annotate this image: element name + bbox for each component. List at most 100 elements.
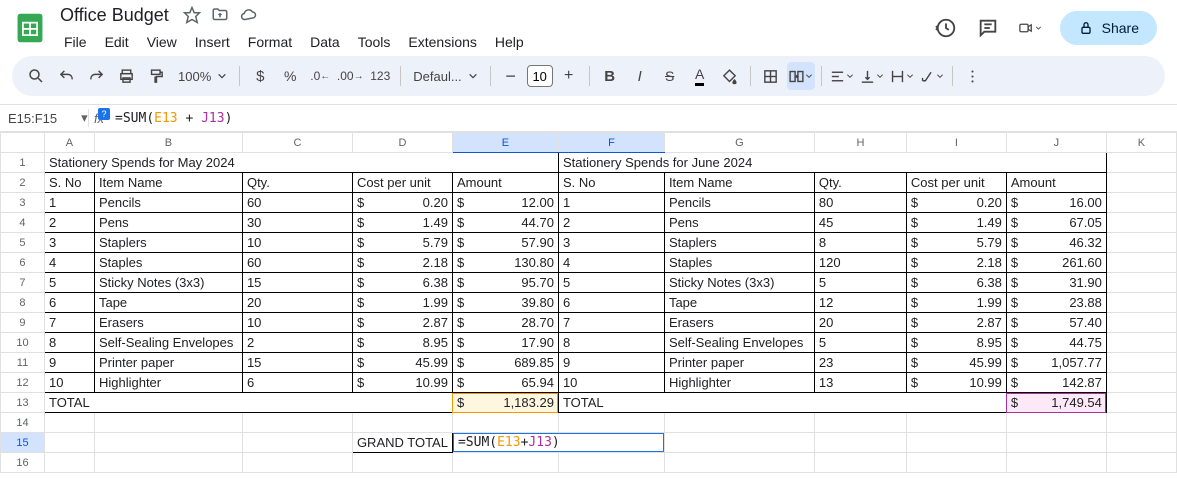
cell[interactable]: 120 (814, 253, 906, 273)
cell[interactable]: Stationery Spends for May 2024 (44, 153, 558, 173)
cell[interactable]: Amount (1006, 173, 1106, 193)
cell[interactable]: $23.88 (1006, 293, 1106, 313)
borders-icon[interactable] (757, 62, 785, 90)
col-header-B[interactable]: B (94, 133, 242, 153)
menu-edit[interactable]: Edit (97, 30, 137, 54)
increase-font-icon[interactable]: + (555, 62, 583, 90)
cell[interactable] (1106, 353, 1176, 373)
cell[interactable]: $46.32 (1006, 233, 1106, 253)
cell[interactable]: 7 (558, 313, 664, 333)
cell[interactable]: 30 (242, 213, 352, 233)
cell[interactable]: 8 (44, 333, 94, 353)
decrease-font-icon[interactable]: − (497, 62, 525, 90)
row-header-14[interactable]: 14 (1, 413, 45, 433)
merge-cells-icon[interactable] (787, 62, 815, 90)
cell[interactable]: Erasers (664, 313, 814, 333)
cell[interactable]: Qty. (814, 173, 906, 193)
cell[interactable] (906, 453, 1006, 473)
cell[interactable]: 1 (44, 193, 94, 213)
cell[interactable] (44, 453, 94, 473)
cell[interactable] (1106, 433, 1176, 453)
cell[interactable]: $17.90 (452, 333, 558, 353)
cell[interactable]: 15 (242, 273, 352, 293)
history-icon[interactable] (934, 16, 958, 40)
cell[interactable]: 10 (44, 373, 94, 393)
cell[interactable]: $1.99 (906, 293, 1006, 313)
cell-J13[interactable]: $1,749.54 (1006, 393, 1106, 413)
cell[interactable] (1106, 193, 1176, 213)
row-header-11[interactable]: 11 (1, 353, 45, 373)
fx-icon[interactable]: fx? (89, 111, 109, 126)
cell[interactable]: Stationery Spends for June 2024 (558, 153, 1106, 173)
row-header-10[interactable]: 10 (1, 333, 45, 353)
more-formats-icon[interactable]: 123 (366, 62, 394, 90)
row-header-16[interactable]: 16 (1, 453, 45, 473)
cloud-status-icon[interactable] (239, 6, 257, 24)
menu-help[interactable]: Help (487, 30, 532, 54)
text-color-icon[interactable]: A (686, 62, 714, 90)
cell[interactable] (1106, 393, 1176, 413)
cell[interactable]: Erasers (94, 313, 242, 333)
row-header-15[interactable]: 15 (1, 433, 45, 453)
cell[interactable]: $6.38 (352, 273, 452, 293)
menu-extensions[interactable]: Extensions (400, 30, 484, 54)
cell[interactable]: $6.38 (906, 273, 1006, 293)
rotate-icon[interactable] (918, 62, 946, 90)
cell[interactable] (664, 453, 814, 473)
cell[interactable]: $67.05 (1006, 213, 1106, 233)
col-header-C[interactable]: C (242, 133, 352, 153)
cell[interactable] (242, 453, 352, 473)
cell[interactable]: $8.95 (352, 333, 452, 353)
cell[interactable]: Pens (94, 213, 242, 233)
cell[interactable]: $44.70 (452, 213, 558, 233)
zoom-dropdown[interactable]: 100% (172, 69, 233, 84)
col-header-K[interactable]: K (1106, 133, 1176, 153)
cell[interactable]: Cost per unit (906, 173, 1006, 193)
star-icon[interactable] (183, 6, 201, 24)
row-header-6[interactable]: 6 (1, 253, 45, 273)
cell[interactable]: $261.60 (1006, 253, 1106, 273)
cell[interactable]: $95.70 (452, 273, 558, 293)
cell[interactable] (558, 413, 664, 433)
cell[interactable] (1106, 213, 1176, 233)
cell[interactable] (814, 413, 906, 433)
cell[interactable]: 6 (44, 293, 94, 313)
cell[interactable]: $0.20 (352, 193, 452, 213)
font-dropdown[interactable]: Defaul... (407, 69, 483, 84)
cell-E13[interactable]: $1,183.29 (452, 393, 558, 413)
menu-data[interactable]: Data (302, 30, 348, 54)
cell[interactable]: TOTAL (44, 393, 452, 413)
cell[interactable]: 5 (814, 273, 906, 293)
undo-icon[interactable] (52, 62, 80, 90)
cell[interactable] (664, 433, 814, 453)
cell[interactable]: Item Name (94, 173, 242, 193)
cell[interactable] (1106, 273, 1176, 293)
cell[interactable] (352, 453, 452, 473)
cell[interactable] (906, 433, 1006, 453)
cell[interactable] (44, 433, 94, 453)
cell[interactable]: 3 (44, 233, 94, 253)
menu-view[interactable]: View (139, 30, 185, 54)
decrease-decimal-icon[interactable]: .0← (306, 62, 334, 90)
cell[interactable]: 13 (814, 373, 906, 393)
cell[interactable]: 2 (558, 213, 664, 233)
row-header-1[interactable]: 1 (1, 153, 45, 173)
cell[interactable] (1106, 153, 1176, 173)
cell[interactable]: 15 (242, 353, 352, 373)
cell[interactable]: 23 (814, 353, 906, 373)
cell[interactable]: $8.95 (906, 333, 1006, 353)
cell[interactable]: Tape (664, 293, 814, 313)
cell[interactable]: Sticky Notes (3x3) (664, 273, 814, 293)
cell[interactable]: Highlighter (94, 373, 242, 393)
search-icon[interactable] (22, 62, 50, 90)
cell[interactable]: 20 (242, 293, 352, 313)
meet-icon[interactable] (1018, 16, 1042, 40)
row-header-7[interactable]: 7 (1, 273, 45, 293)
cell[interactable]: 6 (242, 373, 352, 393)
cell[interactable]: $12.00 (452, 193, 558, 213)
cell[interactable]: Staplers (664, 233, 814, 253)
cell[interactable]: 1 (558, 193, 664, 213)
cell[interactable]: $142.87 (1006, 373, 1106, 393)
row-header-4[interactable]: 4 (1, 213, 45, 233)
cell-D15[interactable]: GRAND TOTAL (352, 433, 452, 453)
